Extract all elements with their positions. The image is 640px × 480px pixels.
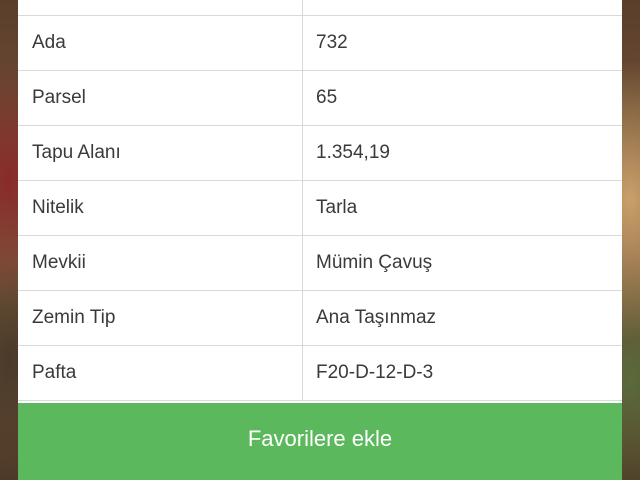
table-row-ada: Ada 732 [18, 16, 622, 71]
row-label: Nitelik [18, 181, 303, 235]
row-value: Ana Taşınmaz [316, 307, 437, 328]
table-row-zemin-tip: Zemin Tip Ana Taşınmaz [18, 291, 622, 346]
table-row-mevkii: Mevkii Mümin Çavuş [18, 236, 622, 291]
row-label: Tapu Alanı [18, 126, 303, 180]
table-row-nitelik: Nitelik Tarla [18, 181, 622, 236]
add-to-favorites-button[interactable]: Favorilere ekle [18, 403, 622, 480]
table-row-pafta: Pafta F20-D-12-D-3 [18, 346, 622, 401]
parcel-details-table: Ada 732 Parsel 65 Tapu Alanı 1.354,19 Ni… [18, 16, 622, 401]
row-value: 1.354,19 [316, 142, 390, 163]
row-value: F20-D-12-D-3 [316, 362, 434, 383]
row-value: 65 [316, 87, 338, 108]
parcel-details-panel: Ada 732 Parsel 65 Tapu Alanı 1.354,19 Ni… [18, 0, 622, 480]
row-label: Pafta [18, 346, 303, 400]
row-label: Mevkii [18, 236, 303, 290]
row-label: Zemin Tip [18, 291, 303, 345]
table-row-parsel: Parsel 65 [18, 71, 622, 126]
row-value: Mümin Çavuş [316, 252, 433, 273]
row-label: Parsel [18, 71, 303, 125]
row-value: Tarla [316, 197, 358, 218]
row-label: Ada [18, 16, 303, 70]
table-row-tapu-alani: Tapu Alanı 1.354,19 [18, 126, 622, 181]
table-cell-partial-key [18, 0, 303, 15]
add-to-favorites-label: Favorilere ekle [247, 425, 393, 451]
table-row-partial [18, 0, 622, 16]
row-value: 732 [316, 32, 348, 53]
